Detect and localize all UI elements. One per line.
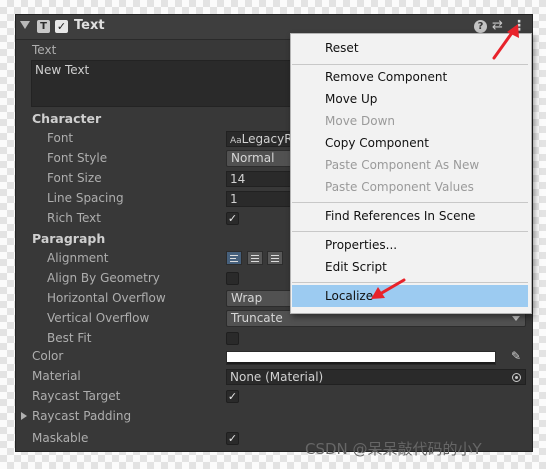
- chevron-down-icon: [512, 316, 520, 321]
- rich-text-label: Rich Text: [47, 211, 101, 225]
- align-left-button[interactable]: [226, 251, 242, 265]
- menu-item-edit-script[interactable]: Edit Script: [292, 256, 528, 278]
- menu-item-properties[interactable]: Properties...: [292, 234, 528, 256]
- menu-item-move-up[interactable]: Move Up: [292, 88, 528, 110]
- color-swatch[interactable]: [226, 351, 496, 365]
- menu-item-localize[interactable]: Localize: [292, 285, 528, 307]
- raycast-target-checkbox[interactable]: ✓: [226, 390, 239, 403]
- best-fit-label: Best Fit: [47, 331, 92, 345]
- raycast-target-label: Raycast Target: [32, 389, 121, 403]
- menu-item-move-down: Move Down: [325, 114, 395, 128]
- font-size-label: Font Size: [47, 171, 102, 185]
- raycast-padding-label[interactable]: Raycast Padding: [32, 409, 131, 423]
- object-picker-icon[interactable]: [512, 373, 521, 382]
- raycast-padding-foldout-icon[interactable]: [21, 412, 27, 420]
- component-title: Text: [74, 18, 105, 33]
- annotation-arrow-icon: [492, 24, 519, 60]
- menu-separator: [292, 282, 528, 283]
- menu-item-paste-as-new: Paste Component As New: [325, 158, 480, 172]
- help-icon[interactable]: ?: [474, 20, 487, 33]
- rich-text-checkbox[interactable]: ✓: [226, 212, 239, 225]
- material-value: None (Material): [230, 370, 324, 384]
- text-label: Text: [32, 43, 57, 57]
- vertical-overflow-value: Truncate: [231, 311, 283, 325]
- align-right-button[interactable]: [267, 251, 283, 265]
- material-label: Material: [32, 369, 81, 383]
- horizontal-overflow-value: Wrap: [231, 291, 263, 305]
- character-heading[interactable]: Character: [32, 111, 101, 126]
- line-spacing-label: Line Spacing: [47, 191, 124, 205]
- component-context-menu: Reset Remove Component Move Up Move Down…: [290, 33, 532, 314]
- eyedropper-icon[interactable]: ✎: [511, 349, 521, 363]
- font-style-value: Normal: [231, 151, 275, 165]
- menu-separator: [292, 64, 528, 65]
- menu-item-copy-component[interactable]: Copy Component: [292, 132, 528, 154]
- align-by-geometry-checkbox[interactable]: [226, 272, 239, 285]
- menu-item-paste-values: Paste Component Values: [325, 180, 474, 194]
- menu-item-remove-component[interactable]: Remove Component: [292, 66, 528, 88]
- best-fit-checkbox[interactable]: [226, 332, 239, 345]
- text-component-icon: T: [37, 20, 50, 33]
- maskable-label: Maskable: [32, 431, 89, 445]
- align-by-geometry-label: Align By Geometry: [47, 271, 160, 285]
- menu-separator: [292, 202, 528, 203]
- maskable-checkbox[interactable]: ✓: [226, 432, 239, 445]
- menu-separator: [292, 231, 528, 232]
- vertical-overflow-label: Vertical Overflow: [47, 311, 150, 325]
- watermark: CSDN @呆呆敲代码的小Y: [305, 440, 482, 458]
- font-label: Font: [47, 131, 74, 145]
- component-enabled-checkbox[interactable]: ✓: [55, 20, 68, 33]
- menu-item-find-references[interactable]: Find References In Scene: [292, 205, 528, 227]
- alignment-label: Alignment: [47, 251, 109, 265]
- foldout-arrow-icon[interactable]: [20, 21, 30, 29]
- align-center-button[interactable]: [247, 251, 263, 265]
- annotation-arrow-icon: [371, 278, 406, 299]
- font-style-label: Font Style: [47, 151, 108, 165]
- color-label: Color: [32, 349, 64, 363]
- font-asset-icon: Aa: [230, 136, 242, 146]
- material-field[interactable]: None (Material): [226, 369, 526, 385]
- paragraph-heading[interactable]: Paragraph: [32, 231, 105, 246]
- horizontal-overflow-label: Horizontal Overflow: [47, 291, 166, 305]
- font-value: LegacyR: [241, 132, 293, 146]
